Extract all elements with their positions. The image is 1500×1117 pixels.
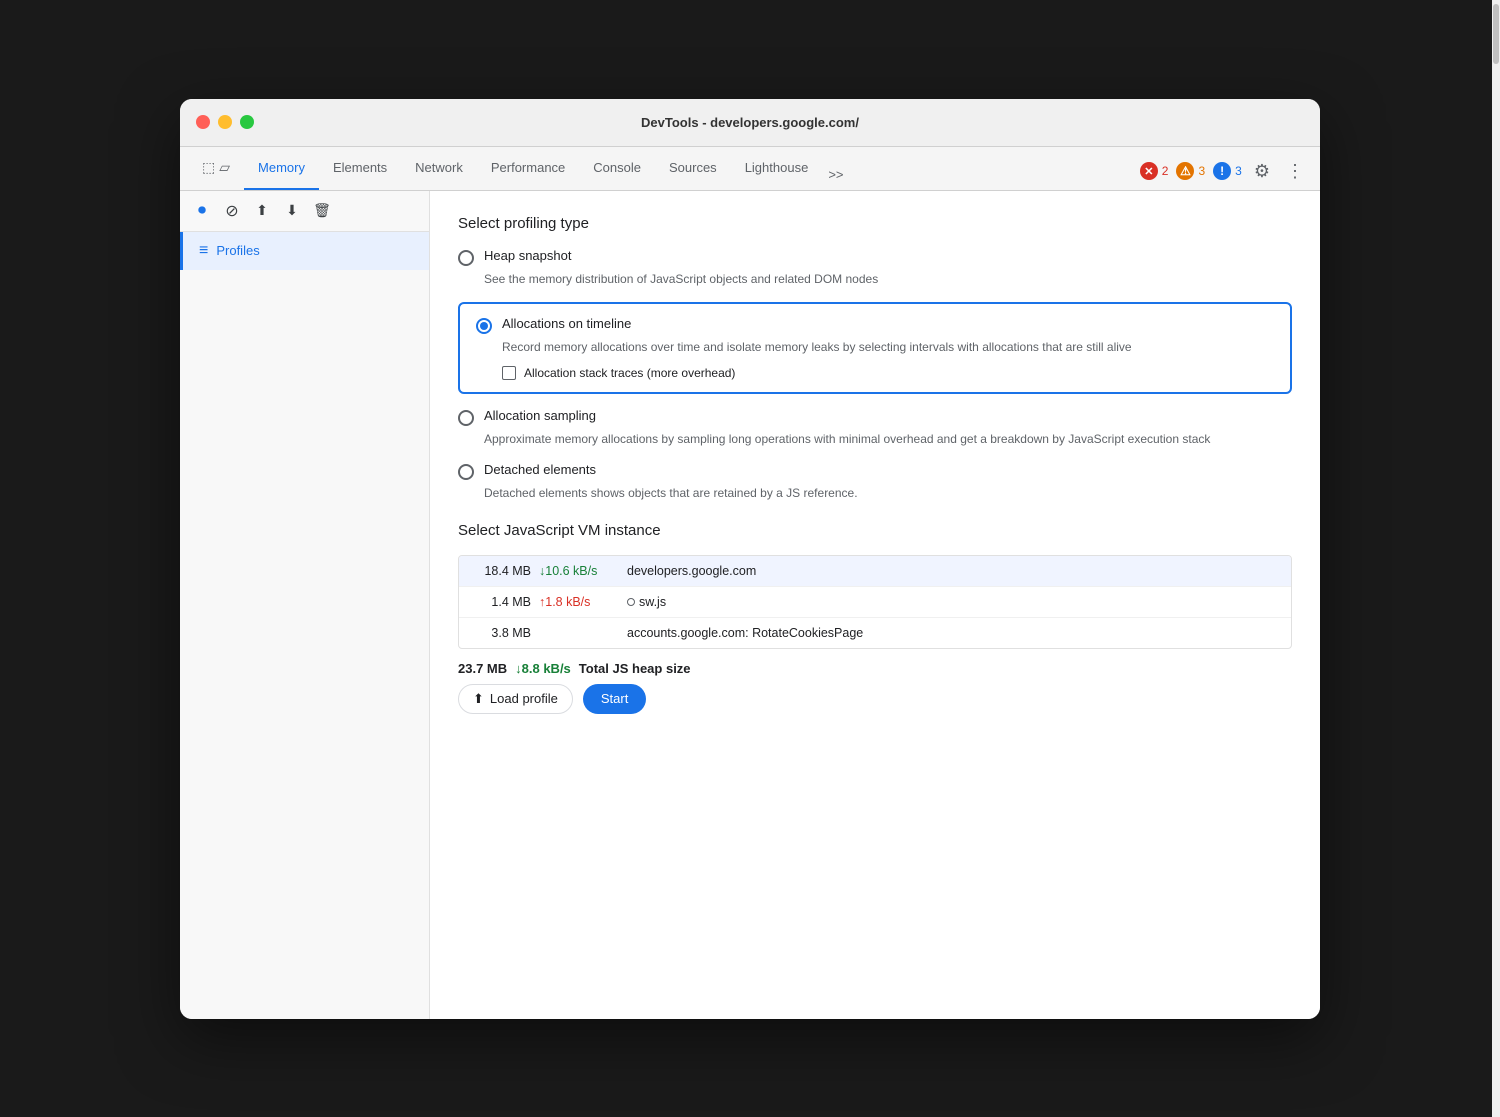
total-rate: ↓8.8 kB/s bbox=[515, 661, 571, 676]
heap-snapshot-label: Heap snapshot bbox=[484, 248, 571, 263]
collect-garbage-button[interactable]: 🗑 bbox=[308, 197, 336, 225]
allocations-timeline-option: Allocations on timeline Record memory al… bbox=[458, 302, 1292, 394]
window-title: DevTools - developers.google.com/ bbox=[641, 115, 859, 130]
total-label: Total JS heap size bbox=[579, 661, 691, 676]
profiles-icon: ≡ bbox=[199, 242, 208, 260]
profiles-label: Profiles bbox=[216, 243, 259, 258]
tab-lighthouse[interactable]: Lighthouse bbox=[731, 147, 823, 190]
traffic-lights bbox=[196, 115, 254, 129]
sidebar-item-profiles[interactable]: ≡ Profiles bbox=[180, 232, 429, 270]
vm-name: developers.google.com bbox=[627, 564, 1279, 578]
vm-row[interactable]: 1.4 MB ↑1.8 kB/s sw.js bbox=[459, 587, 1291, 618]
vm-name: accounts.google.com: RotateCookiesPage bbox=[627, 626, 1279, 640]
section-title: Select profiling type bbox=[458, 215, 1292, 232]
warning-icon: ⚠ bbox=[1176, 162, 1194, 180]
detached-elements-desc: Detached elements shows objects that are… bbox=[484, 484, 1292, 502]
vm-dot-icon bbox=[627, 598, 635, 606]
clear-button[interactable]: ⊘ bbox=[218, 197, 246, 225]
content-area: Select profiling type Heap snapshot See … bbox=[430, 191, 1320, 1019]
upload-button[interactable]: ⬆ bbox=[248, 197, 276, 225]
more-options-icon[interactable]: ⋮ bbox=[1282, 157, 1308, 186]
heap-snapshot-desc: See the memory distribution of JavaScrip… bbox=[484, 270, 1292, 288]
download-button[interactable]: ⬇ bbox=[278, 197, 306, 225]
allocations-timeline-radio[interactable] bbox=[476, 318, 492, 334]
tab-elements[interactable]: Elements bbox=[319, 147, 401, 190]
vm-size: 18.4 MB bbox=[471, 564, 531, 578]
heap-snapshot-option: Heap snapshot See the memory distributio… bbox=[458, 248, 1292, 288]
main-body: ⏺ ⊘ ⬆ ⬇ 🗑 ≡ Profiles Select profiling ty… bbox=[180, 191, 1320, 1019]
tab-console[interactable]: Console bbox=[579, 147, 655, 190]
total-size: 23.7 MB bbox=[458, 661, 507, 676]
start-button[interactable]: Start bbox=[583, 684, 646, 714]
allocations-timeline-label: Allocations on timeline bbox=[502, 316, 631, 331]
sidebar-toolbar: ⏺ ⊘ ⬆ ⬇ 🗑 bbox=[180, 191, 429, 232]
action-buttons: ⬆ Load profile Start bbox=[458, 684, 1292, 714]
allocation-stack-traces-row: Allocation stack traces (more overhead) bbox=[502, 366, 1274, 380]
tab-bar-right: ✕ 2 ⚠ 3 ! 3 ⚙ ⋮ bbox=[1140, 157, 1320, 190]
allocation-stack-traces-label: Allocation stack traces (more overhead) bbox=[524, 366, 735, 380]
allocation-sampling-option: Allocation sampling Approximate memory a… bbox=[458, 408, 1292, 448]
vm-row[interactable]: 18.4 MB ↓10.6 kB/s developers.google.com bbox=[459, 556, 1291, 587]
vm-row[interactable]: 3.8 MB accounts.google.com: RotateCookie… bbox=[459, 618, 1291, 648]
upload-icon: ⬆ bbox=[473, 691, 484, 707]
inspect-icon-btn[interactable]: ⬚ ▱ bbox=[188, 147, 244, 190]
footer-total: 23.7 MB ↓8.8 kB/s Total JS heap size bbox=[458, 661, 691, 676]
minimize-button[interactable] bbox=[218, 115, 232, 129]
tab-network[interactable]: Network bbox=[401, 147, 477, 190]
allocation-sampling-label: Allocation sampling bbox=[484, 408, 596, 423]
error-badge[interactable]: ✕ 2 bbox=[1140, 162, 1169, 180]
close-button[interactable] bbox=[196, 115, 210, 129]
more-tabs-button[interactable]: >> bbox=[822, 159, 849, 190]
device-mode-icon: ▱ bbox=[219, 159, 230, 176]
maximize-button[interactable] bbox=[240, 115, 254, 129]
tab-bar: ⬚ ▱ Memory Elements Network Performance … bbox=[180, 147, 1320, 191]
title-bar: DevTools - developers.google.com/ bbox=[180, 99, 1320, 147]
record-button[interactable]: ⏺ bbox=[188, 197, 216, 225]
vm-size: 1.4 MB bbox=[471, 595, 531, 609]
vm-section: Select JavaScript VM instance 18.4 MB ↓1… bbox=[458, 522, 1292, 649]
vm-size: 3.8 MB bbox=[471, 626, 531, 640]
allocation-sampling-desc: Approximate memory allocations by sampli… bbox=[484, 430, 1292, 448]
allocation-stack-traces-checkbox[interactable] bbox=[502, 366, 516, 380]
warning-badge[interactable]: ⚠ 3 bbox=[1176, 162, 1205, 180]
settings-icon[interactable]: ⚙ bbox=[1250, 157, 1274, 186]
detached-elements-radio[interactable] bbox=[458, 464, 474, 480]
detached-elements-option: Detached elements Detached elements show… bbox=[458, 462, 1292, 502]
element-picker-icon: ⬚ bbox=[202, 159, 215, 176]
allocations-timeline-desc: Record memory allocations over time and … bbox=[502, 338, 1274, 356]
tab-performance[interactable]: Performance bbox=[477, 147, 579, 190]
info-badge[interactable]: ! 3 bbox=[1213, 162, 1242, 180]
vm-name: sw.js bbox=[627, 595, 1279, 609]
footer-area: 23.7 MB ↓8.8 kB/s Total JS heap size bbox=[458, 649, 1292, 680]
info-icon: ! bbox=[1213, 162, 1231, 180]
detached-elements-label: Detached elements bbox=[484, 462, 596, 477]
vm-table: 18.4 MB ↓10.6 kB/s developers.google.com… bbox=[458, 555, 1292, 649]
tab-sources[interactable]: Sources bbox=[655, 147, 731, 190]
vm-section-title: Select JavaScript VM instance bbox=[458, 522, 1292, 539]
load-profile-button[interactable]: ⬆ Load profile bbox=[458, 684, 573, 714]
heap-snapshot-radio[interactable] bbox=[458, 250, 474, 266]
error-icon: ✕ bbox=[1140, 162, 1158, 180]
vm-rate: ↓10.6 kB/s bbox=[539, 564, 619, 578]
tab-memory[interactable]: Memory bbox=[244, 147, 319, 190]
allocation-sampling-radio[interactable] bbox=[458, 410, 474, 426]
vm-rate: ↑1.8 kB/s bbox=[539, 595, 619, 609]
devtools-window: DevTools - developers.google.com/ ⬚ ▱ Me… bbox=[180, 99, 1320, 1019]
sidebar: ⏺ ⊘ ⬆ ⬇ 🗑 ≡ Profiles bbox=[180, 191, 430, 1019]
